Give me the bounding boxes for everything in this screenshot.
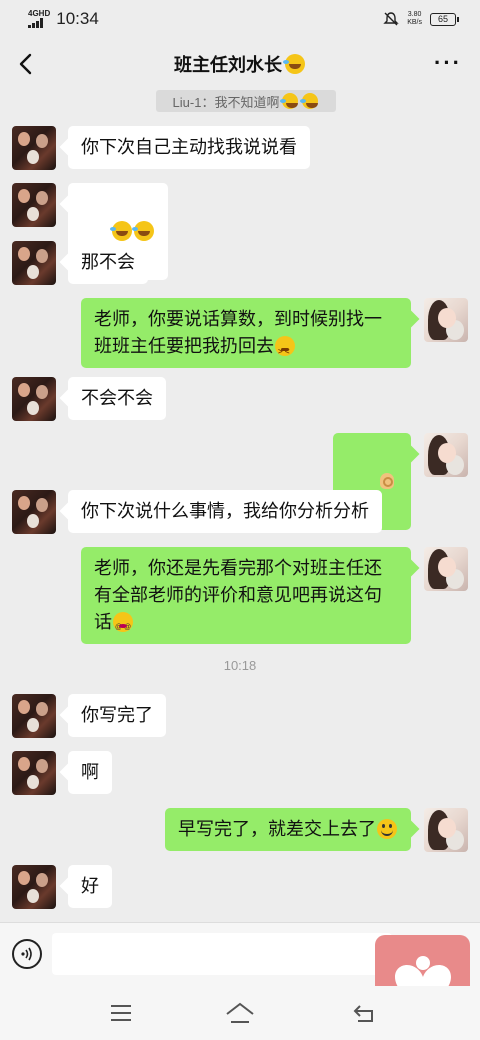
message-bubble[interactable]: 那不会 <box>68 241 148 284</box>
system-navigation-bar <box>0 986 480 1040</box>
avatar[interactable] <box>424 808 468 852</box>
avatar[interactable] <box>424 298 468 342</box>
message-row <box>0 183 480 280</box>
dizzy-face-icon <box>113 612 133 641</box>
network-hd: HD <box>38 9 51 18</box>
message-text: 那不会 <box>81 252 135 272</box>
chat-area[interactable]: Liu-1：我不知道啊 你下次自己主动找我说说看 那不会 老师，你要说话算数，到… <box>0 90 480 922</box>
message-text: 你下次说什么事情，我给你分析分析 <box>81 501 369 521</box>
avatar[interactable] <box>12 377 56 421</box>
avatar[interactable] <box>12 241 56 285</box>
network-indicator: 4GHD <box>28 10 50 28</box>
status-bar: 4GHD 10:34 3.80 KB/s 65 <box>0 0 480 38</box>
battery-level: 65 <box>437 13 448 24</box>
message-bubble[interactable]: 早写完了，就差交上去了 <box>165 808 411 851</box>
grin-face-icon <box>377 819 397 839</box>
battery-icon: 65 <box>430 12 459 26</box>
menu-button[interactable] <box>106 998 136 1028</box>
message-row: 早写完了，就差交上去了 <box>0 808 480 854</box>
laughing-tears-icon <box>132 221 155 241</box>
message-text: 早写完了，就差交上去了 <box>178 819 376 839</box>
chat-title: 班主任刘水长 <box>174 51 306 77</box>
avatar[interactable] <box>12 694 56 738</box>
message-row: 好 <box>0 865 480 911</box>
message-text: 老师，你还是先看完那个对班主任还 有全部老师的评价和意见吧再说这句 话 <box>94 558 382 632</box>
network-type: 4G <box>28 9 39 18</box>
message-bubble[interactable]: 老师，你还是先看完那个对班主任还 有全部老师的评价和意见吧再说这句 话 <box>81 547 411 644</box>
chat-header: 班主任刘水长 ··· <box>0 38 480 90</box>
message-text: 你下次自己主动找我说说看 <box>81 137 297 157</box>
avatar[interactable] <box>12 183 56 227</box>
status-left: 4GHD 10:34 <box>28 9 99 29</box>
message-text: 好 <box>81 876 99 896</box>
message-bubble[interactable]: 好 <box>68 865 112 908</box>
avatar[interactable] <box>12 490 56 534</box>
message-bubble[interactable]: 你写完了 <box>68 694 166 737</box>
back-button[interactable] <box>10 49 40 79</box>
message-text: 不会不会 <box>81 388 153 408</box>
voice-input-button[interactable] <box>12 939 42 969</box>
chevron-left-icon <box>19 53 32 75</box>
speed-unit: KB/s <box>407 19 422 26</box>
message-bubble[interactable]: 不会不会 <box>68 377 166 420</box>
signal-icon <box>28 18 43 28</box>
avatar[interactable] <box>12 126 56 170</box>
laughing-tears-icon <box>300 93 319 109</box>
menu-icon <box>111 1005 131 1021</box>
message-text: 老师，你要说话算数，到时候别找一 班班主任要把我扔回去 <box>94 309 382 356</box>
message-bubble[interactable]: 你下次自己主动找我说说看 <box>68 126 310 169</box>
clock: 10:34 <box>56 9 99 28</box>
mute-icon <box>383 12 399 26</box>
more-options-button[interactable]: ··· <box>434 48 462 78</box>
message-bubble[interactable]: 啊 <box>68 751 112 794</box>
laughing-tears-icon <box>280 93 299 109</box>
message-row: 老师，你还是先看完那个对班主任还 有全部老师的评价和意见吧再说这句 话 <box>0 547 480 644</box>
status-right: 3.80 KB/s 65 <box>383 11 459 27</box>
timestamp: 10:18 <box>223 658 257 673</box>
message-row: 啊 <box>0 751 480 797</box>
network-speed: 3.80 KB/s <box>407 11 422 27</box>
message-row: 你下次自己主动找我说说看 <box>0 126 480 172</box>
home-icon <box>226 1002 254 1023</box>
message-row: 你写完了 <box>0 694 480 740</box>
recall-notice-text: Liu-1：我不知道啊 <box>172 94 280 110</box>
message-text: 啊 <box>81 762 99 782</box>
laughing-tears-icon <box>110 221 133 241</box>
chat-title-text: 班主任刘水长 <box>174 55 282 75</box>
avatar[interactable] <box>12 865 56 909</box>
avatar[interactable] <box>424 547 468 591</box>
message-row: 不会不会 <box>0 377 480 423</box>
message-row: 老师，你要说话算数，到时候别找一 班班主任要把我扔回去 <box>0 298 480 368</box>
message-bubble[interactable]: 老师，你要说话算数，到时候别找一 班班主任要把我扔回去 <box>81 298 411 368</box>
avatar[interactable] <box>424 433 468 477</box>
message-text: 你写完了 <box>81 705 153 725</box>
ok-hand-icon <box>377 471 397 491</box>
home-button[interactable] <box>225 998 255 1028</box>
angry-face-icon <box>275 336 295 365</box>
speed-value: 3.80 <box>407 11 422 18</box>
recall-notice: Liu-1：我不知道啊 <box>156 90 336 112</box>
message-row: 你下次说什么事情，我给你分析分析 <box>0 490 480 536</box>
message-input[interactable] <box>52 933 392 975</box>
message-row <box>0 433 480 530</box>
voice-icon <box>21 947 32 961</box>
message-row: 那不会 <box>0 241 480 287</box>
return-icon <box>353 1005 373 1022</box>
laughing-tears-icon <box>283 54 305 74</box>
avatar[interactable] <box>12 751 56 795</box>
back-nav-button[interactable] <box>350 998 380 1028</box>
message-bubble[interactable]: 你下次说什么事情，我给你分析分析 <box>68 490 382 533</box>
